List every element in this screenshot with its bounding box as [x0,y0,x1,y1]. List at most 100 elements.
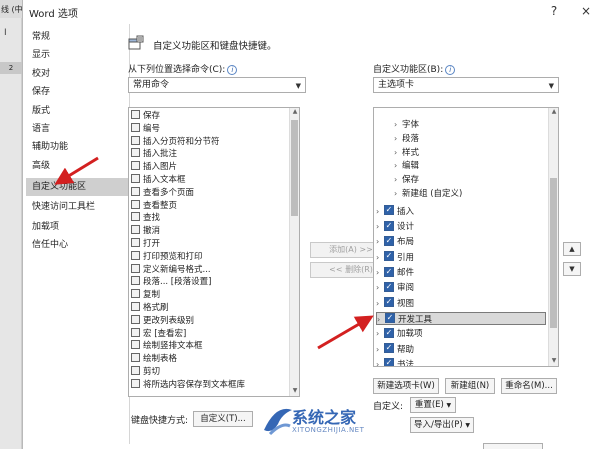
ribbon-tree-scrollbar[interactable]: ▲ ▼ [548,108,558,366]
chevron-right-icon[interactable]: › [376,205,384,218]
checkbox-checked-icon[interactable]: ✓ [385,313,395,324]
ribbon-tab-item[interactable]: › ✓ 开发工具 [376,311,546,326]
checkbox-checked-icon[interactable]: ✓ [384,343,394,353]
command-item[interactable]: 复制 [131,289,281,302]
scroll-up-icon[interactable]: ▲ [290,108,299,117]
nav-item-quick-access-toolbar[interactable]: 快速访问工具栏 [26,198,128,216]
nav-item-general[interactable]: 常规 [26,28,128,46]
command-item[interactable]: 查找 [131,212,281,225]
command-item[interactable]: 插入批注 [131,148,281,161]
checkbox-checked-icon[interactable]: ✓ [384,266,394,277]
checkbox-checked-icon[interactable]: ✓ [384,281,394,292]
nav-item-proofing[interactable]: 校对 [26,65,128,83]
info-icon[interactable]: i [445,64,456,75]
chevron-right-icon[interactable]: › [376,358,384,366]
chevron-right-icon[interactable]: › [376,220,384,233]
chevron-right-icon[interactable]: › [376,266,384,279]
command-item[interactable]: 查看多个页面 [131,186,281,200]
reset-button[interactable]: 重置(E) ▼ [410,397,456,413]
chevron-right-icon[interactable]: › [376,327,384,340]
command-item[interactable]: 更改列表级别|> [131,314,281,328]
nav-item-language[interactable]: 语言 [26,120,128,138]
command-item[interactable]: 插入文本框 [131,174,281,187]
rename-button[interactable]: 重命名(M)... [501,378,557,394]
command-item[interactable]: 绘制竖排文本框 [131,340,281,353]
ribbon-tab-item[interactable]: › ✓ 邮件 [376,266,414,279]
chevron-right-icon[interactable]: › [394,132,402,145]
command-item[interactable]: 撤消|> [131,225,281,238]
chevron-right-icon[interactable]: › [376,343,384,356]
ribbon-group-item[interactable]: › 段落 [394,132,419,145]
nav-item-display[interactable]: 显示 [26,46,128,64]
help-button[interactable]: ? [547,4,561,18]
scrollbar-thumb[interactable] [550,178,557,328]
ribbon-tab-item[interactable]: › ✓ 插入 [376,205,414,218]
ribbon-tab-item[interactable]: › ✓ 书法 [376,358,414,366]
checkbox-checked-icon[interactable]: ✓ [384,358,394,366]
chevron-right-icon[interactable]: › [394,187,402,200]
checkbox-checked-icon[interactable]: ✓ [384,235,394,246]
ribbon-group-item[interactable]: › 编辑 [394,159,419,172]
nav-item-customize-ribbon[interactable]: 自定义功能区 [26,178,128,196]
ribbon-tab-item[interactable]: › ✓ 布局 [376,235,414,248]
commands-source-select[interactable]: 常用命令 ▼ [128,77,306,93]
ribbon-tabs-select[interactable]: 主选项卡 ▼ [373,77,559,93]
command-item[interactable]: 查看整页 [131,199,281,213]
nav-item-advanced[interactable]: 高级 [26,157,128,175]
scroll-down-icon[interactable]: ▼ [549,357,558,366]
chevron-right-icon[interactable]: › [394,173,402,186]
command-item[interactable]: 打印预览和打印 [131,250,281,264]
command-item[interactable]: 定义新编号格式... [131,263,281,277]
move-up-button[interactable]: ▲ [563,242,581,256]
commands-list[interactable]: 保存编号|>插入分页符和分节符|>插入批注插入图片插入文本框查看多个页面查看整页… [128,107,300,397]
close-button[interactable]: × [579,4,593,18]
new-group-button[interactable]: 新建组(N) [445,378,495,394]
command-item[interactable]: 插入分页符和分节符|> [131,135,281,149]
command-item[interactable]: 保存 [131,110,281,123]
chevron-right-icon[interactable]: › [376,281,384,294]
commands-list-scrollbar[interactable]: ▲ ▼ [289,108,299,396]
scrollbar-thumb[interactable] [291,120,298,216]
ribbon-tab-item[interactable]: › ✓ 设计 [376,220,414,233]
import-export-button[interactable]: 导入/导出(P) ▼ [410,417,474,433]
checkbox-checked-icon[interactable]: ✓ [384,220,394,231]
scroll-up-icon[interactable]: ▲ [549,108,558,117]
chevron-right-icon[interactable]: › [394,118,402,131]
keyboard-customize-button[interactable]: 自定义(T)... [193,411,253,427]
command-item[interactable]: 格式刷 [131,302,281,315]
chevron-right-icon[interactable]: › [376,297,384,310]
nav-item-layout[interactable]: 版式 [26,102,128,120]
ribbon-tab-item[interactable]: › ✓ 帮助 [376,343,414,356]
checkbox-checked-icon[interactable]: ✓ [384,297,394,308]
ribbon-group-item[interactable]: › 保存 [394,173,419,186]
checkbox-checked-icon[interactable]: ✓ [384,205,394,216]
command-item[interactable]: 绘制表格 [131,353,281,366]
ribbon-tab-item[interactable]: › ✓ 加载项 [376,327,423,340]
nav-item-add-ins[interactable]: 加载项 [26,218,128,236]
ribbon-tree[interactable]: › 字体 › 段落 › 样式 › 编辑 › 保存 › 新建组 (自定义) › ✓ 插入 › ✓ 设计 › ✓ 布局 › ✓ 引… [373,107,559,367]
nav-item-trust-center[interactable]: 信任中心 [26,236,128,254]
command-item[interactable]: 打开 [131,238,281,251]
ribbon-group-item[interactable]: › 字体 [394,118,419,131]
chevron-right-icon[interactable]: › [394,146,402,159]
command-item[interactable]: 段落... [段落设置] [131,276,281,289]
chevron-right-icon[interactable]: › [376,235,384,248]
chevron-right-icon[interactable]: › [376,251,384,264]
ribbon-group-item[interactable]: › 样式 [394,146,419,159]
chevron-right-icon[interactable]: › [377,313,385,326]
new-tab-button[interactable]: 新建选项卡(W) [373,378,439,394]
ribbon-tab-item[interactable]: › ✓ 视图 [376,297,414,310]
ribbon-tab-item[interactable]: › ✓ 引用 [376,251,414,264]
command-item[interactable]: 编号|> [131,122,281,136]
chevron-right-icon[interactable]: › [394,159,402,172]
checkbox-checked-icon[interactable]: ✓ [384,327,394,338]
checkbox-checked-icon[interactable]: ✓ [384,251,394,262]
ribbon-group-item[interactable]: › 新建组 (自定义) [394,187,462,200]
ok-button-edge[interactable] [483,443,543,449]
nav-item-accessibility[interactable]: 辅助功能 [26,138,128,156]
command-item[interactable]: 剪切 [131,366,281,379]
move-down-button[interactable]: ▼ [563,262,581,276]
info-icon[interactable]: i [227,64,238,75]
command-item[interactable]: 宏 [查看宏]|> [131,327,281,341]
command-item[interactable]: 插入图片 [131,161,281,174]
